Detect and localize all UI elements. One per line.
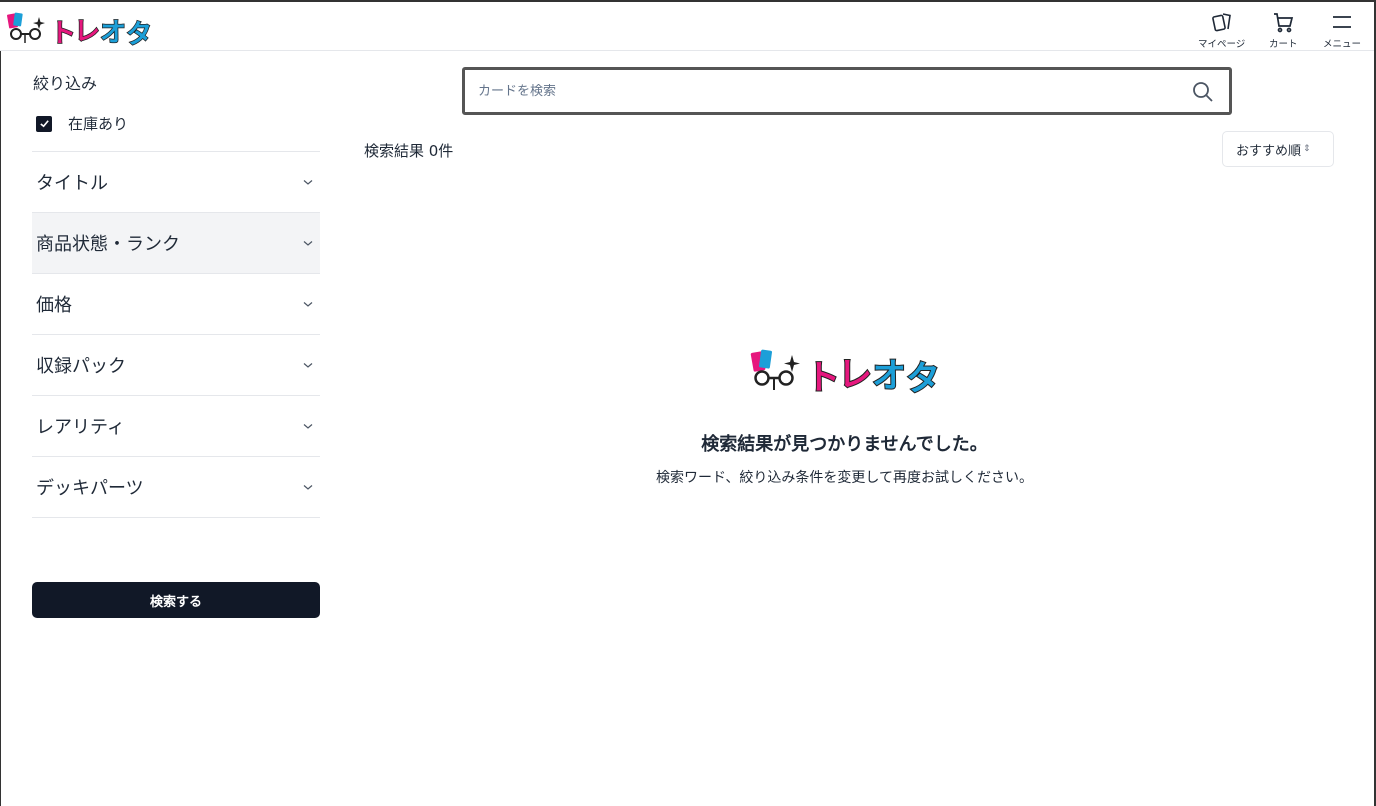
card-search-box[interactable]: [462, 67, 1232, 115]
result-count: 検索結果 0件: [364, 142, 454, 160]
in-stock-checkbox[interactable]: [36, 115, 52, 132]
site-logo[interactable]: ト レ オ タ: [6, 8, 156, 48]
sort-updown-icon: ⇕: [1303, 144, 1311, 154]
menu-icon: [1333, 16, 1351, 28]
cart-icon: [1274, 13, 1294, 33]
svg-text:ト: ト: [806, 358, 840, 396]
svg-text:タ: タ: [126, 20, 152, 48]
chevron-down-icon: [303, 363, 313, 368]
check-icon: [39, 120, 49, 128]
filter-heading: 絞り込み: [33, 74, 98, 93]
search-submit-button[interactable]: 検索する: [32, 582, 320, 618]
filter-condition-rank[interactable]: 商品状態・ランク: [32, 212, 320, 273]
cart-label: カート: [1269, 39, 1298, 50]
svg-text:オ: オ: [872, 356, 906, 396]
svg-text:レ: レ: [74, 17, 100, 47]
card-search-input[interactable]: [478, 83, 1178, 99]
in-stock-label: 在庫あり: [68, 115, 129, 133]
filter-title-label: タイトル: [36, 173, 108, 194]
filter-price-label: 価格: [36, 295, 72, 316]
filter-title[interactable]: タイトル: [32, 151, 320, 212]
filter-pack-label: 収録パック: [36, 356, 126, 377]
svg-text:ト: ト: [50, 19, 76, 48]
empty-state-title: 検索結果が見つかりませんでした。: [701, 434, 988, 455]
search-icon[interactable]: [1191, 80, 1215, 104]
logo-mascot-icon: [750, 349, 800, 390]
cart-link[interactable]: カート: [1269, 10, 1298, 50]
filter-price[interactable]: 価格: [32, 273, 320, 334]
sort-select[interactable]: おすすめ順 ⇕: [1222, 131, 1334, 167]
site-header: ト レ オ タ マイページ カート メニュー: [0, 2, 1374, 51]
in-stock-filter[interactable]: 在庫あり: [36, 113, 128, 134]
empty-state-logo: ト レ オ タ: [750, 349, 941, 396]
logo-wordmark: ト レ オ タ: [49, 16, 153, 48]
cards-icon: [1211, 13, 1231, 32]
logo-wordmark: ト レ オ タ: [805, 354, 941, 396]
filter-pack[interactable]: 収録パック: [32, 334, 320, 395]
menu-button[interactable]: メニュー: [1323, 10, 1361, 50]
chevron-down-icon: [303, 302, 313, 307]
svg-text:タ: タ: [906, 359, 940, 396]
mypage-link[interactable]: マイページ: [1198, 10, 1245, 50]
chevron-down-icon: [303, 180, 313, 185]
filter-condition-rank-label: 商品状態・ランク: [36, 234, 180, 255]
sort-label: おすすめ順: [1236, 143, 1302, 159]
logo-mascot-icon: [7, 12, 45, 43]
mypage-label: マイページ: [1198, 39, 1246, 50]
empty-state-message: 検索ワード、絞り込み条件を変更して再度お試しください。: [655, 470, 1034, 486]
chevron-down-icon: [303, 241, 313, 246]
menu-label: メニュー: [1323, 39, 1362, 50]
svg-text:レ: レ: [838, 355, 872, 395]
filter-divider: [32, 517, 320, 518]
svg-text:オ: オ: [100, 18, 126, 48]
